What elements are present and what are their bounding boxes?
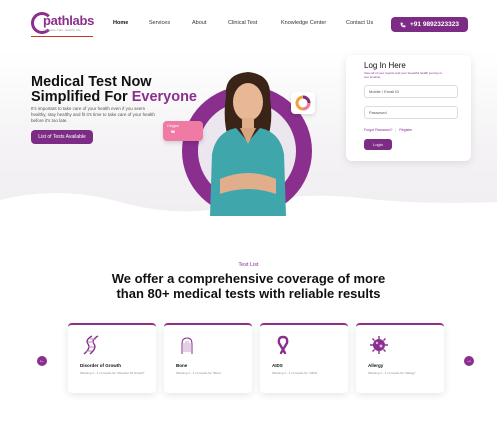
- oxygen-label: Oxygen: [167, 124, 180, 128]
- test-card-aids[interactable]: AIDS Showing 1 - 1 of results for "AIDS": [260, 323, 348, 393]
- logo[interactable]: pathlabs Complete Care, Healthy Life: [31, 12, 97, 38]
- test-list-label: Test List: [238, 262, 259, 268]
- hero-title-accent: Everyone: [131, 89, 197, 105]
- hero-title-line2: Simplified For Everyone: [31, 90, 201, 105]
- phone-button[interactable]: +91 9892323323: [391, 17, 468, 32]
- login-links: Forgot Password? | Register: [364, 128, 413, 132]
- oxygen-card: Oxygen 95%: [163, 121, 203, 141]
- password-field[interactable]: Password: [364, 106, 458, 119]
- carousel-next-button[interactable]: →: [464, 356, 474, 366]
- ribbon-icon: [277, 335, 289, 355]
- test-card-bone[interactable]: Bone Showing 1 - 1 of results for "Bone": [164, 323, 252, 393]
- test-desc: Showing 1 - 1 of results for "AIDS": [272, 371, 318, 375]
- test-desc: Showing 1 - 1 of results for "Allergy": [368, 371, 416, 375]
- nav-knowledge-center[interactable]: Knowledge Center: [281, 20, 326, 26]
- donut-chart-card: [291, 92, 315, 114]
- test-name: Disorder of Growth: [80, 363, 122, 368]
- arrow-left-icon: ←: [39, 358, 45, 364]
- arrow-right-icon: →: [466, 358, 472, 364]
- forgot-password-link[interactable]: Forgot Password?: [364, 128, 392, 132]
- test-desc: Showing 1 - 1 of results for "Bone": [176, 371, 222, 375]
- login-subtitle: View all of your reports and your beauti…: [364, 71, 442, 79]
- logo-tagline: Complete Care, Healthy Life: [43, 28, 81, 32]
- test-list-heading-line1: We offer a comprehensive coverage of mor…: [111, 271, 386, 286]
- register-link[interactable]: Register: [399, 128, 412, 132]
- test-name: Allergy: [368, 363, 384, 368]
- nav-clinical-test[interactable]: Clinical Test: [228, 20, 257, 26]
- list-of-tests-button[interactable]: List of Tests Available: [31, 130, 93, 144]
- carousel-prev-button[interactable]: ←: [37, 356, 47, 366]
- site-header: pathlabs Complete Care, Healthy Life Hom…: [0, 0, 497, 50]
- donut-chart-icon: [295, 95, 311, 111]
- doctor-image: [210, 72, 286, 216]
- bone-icon: [181, 337, 193, 354]
- nav-contact-us[interactable]: Contact Us: [346, 20, 373, 26]
- mobile-email-field[interactable]: Mobile / Email ID: [364, 85, 458, 98]
- login-title: Log In Here: [364, 61, 406, 70]
- login-card: Log In Here View all of your reports and…: [346, 55, 471, 161]
- phone-number: +91 9892323323: [410, 21, 459, 28]
- hero-subtitle: It's important to take care of your heal…: [31, 106, 155, 123]
- virus-icon: [370, 336, 388, 354]
- test-card-allergy[interactable]: Allergy Showing 1 - 1 of results for "Al…: [356, 323, 444, 393]
- hero-title-prefix: Simplified For: [31, 89, 132, 105]
- hero-title: Medical Test Now Simplified For Everyone: [31, 75, 201, 105]
- nav-home[interactable]: Home: [113, 20, 128, 26]
- login-button[interactable]: Login: [364, 139, 392, 150]
- nav-services[interactable]: Services: [149, 20, 170, 26]
- test-card-disorder-of-growth[interactable]: Disorder of Growth Showing 1 - 1 of resu…: [68, 323, 156, 393]
- phone-icon: [400, 22, 406, 27]
- logo-text: pathlabs: [43, 13, 95, 28]
- hero-title-line1: Medical Test Now: [31, 74, 152, 90]
- test-list-heading-line2: than 80+ medical tests with reliable res…: [116, 286, 381, 301]
- dna-icon: [83, 335, 99, 355]
- test-name: AIDS: [272, 363, 283, 368]
- test-name: Bone: [176, 363, 188, 368]
- logo-underline: [31, 36, 93, 37]
- test-desc: Showing 1 - 1 of results for "Disorder O…: [80, 371, 145, 375]
- nav-about[interactable]: About: [192, 20, 206, 26]
- test-list-heading: We offer a comprehensive coverage of mor…: [0, 271, 497, 301]
